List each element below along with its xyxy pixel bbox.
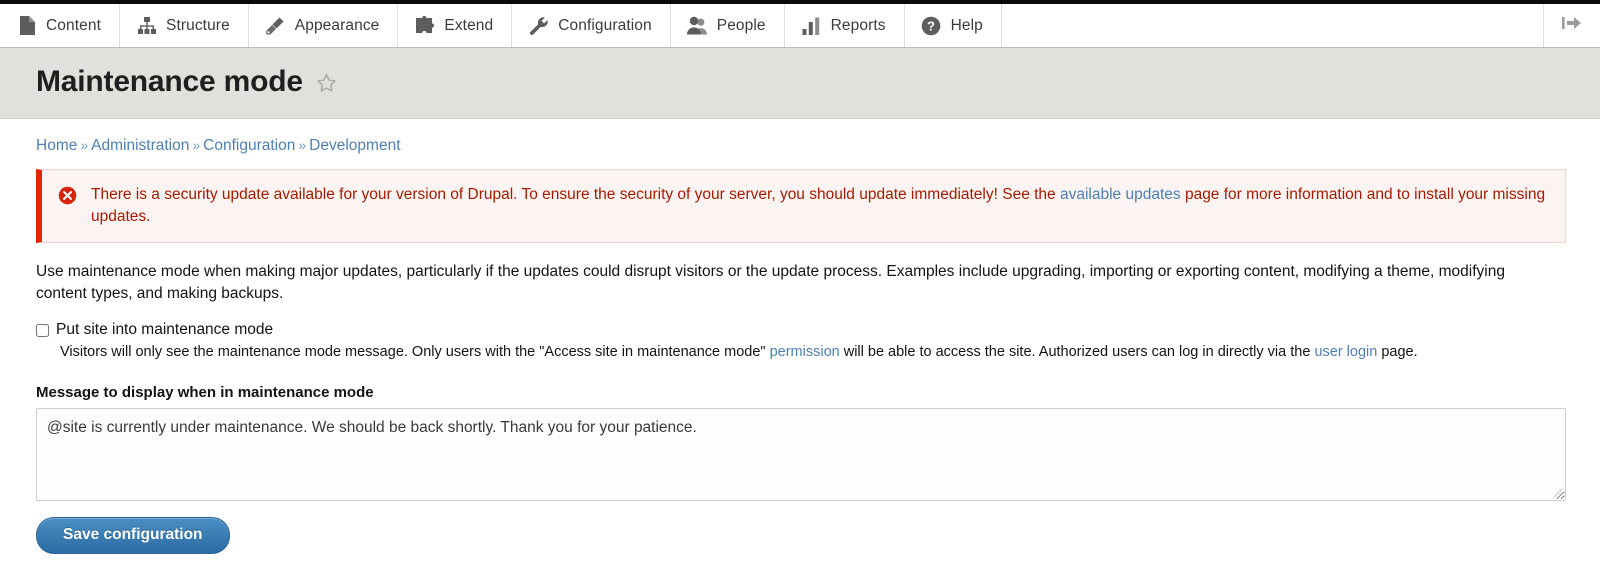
breadcrumb-separator: »	[80, 137, 88, 153]
error-circle-x-icon	[58, 186, 77, 210]
toolbar-item-label: Reports	[831, 17, 886, 35]
file-icon	[16, 15, 37, 36]
error-message-text: There is a security update available for…	[91, 184, 1549, 228]
maintenance-message-textarea[interactable]	[36, 408, 1566, 501]
breadcrumb-separator: »	[192, 137, 200, 153]
svg-text:?: ?	[927, 18, 935, 33]
toolbar-item-label: Help	[951, 17, 983, 35]
maintenance-mode-form-item: Put site into maintenance mode Visitors …	[36, 321, 1566, 364]
star-outline-icon[interactable]	[316, 73, 337, 94]
question-circle-icon: ?	[921, 15, 942, 36]
toolbar-orientation-toggle[interactable]	[1544, 4, 1600, 47]
sitemap-icon	[136, 15, 157, 36]
form-actions: Save configuration	[36, 501, 1566, 554]
breadcrumb-item-administration[interactable]: Administration	[91, 137, 189, 154]
description-part-3: page.	[1377, 344, 1417, 360]
toolbar-item-label: Content	[46, 17, 101, 35]
security-update-error-message: There is a security update available for…	[36, 169, 1566, 243]
maintenance-message-label: Message to display when in maintenance m…	[36, 384, 1566, 401]
collapse-left-icon	[1561, 15, 1583, 36]
breadcrumb: Home»Administration»Configuration»Develo…	[36, 119, 1566, 169]
admin-toolbar-tabs: Content Structure	[0, 4, 1002, 47]
page-title: Maintenance mode	[36, 66, 303, 98]
breadcrumb-item-configuration[interactable]: Configuration	[203, 137, 295, 154]
puzzle-piece-icon	[414, 15, 435, 36]
toolbar-item-label: Extend	[444, 17, 493, 35]
wrench-icon	[528, 15, 549, 36]
description-part-1: Visitors will only see the maintenance m…	[60, 344, 770, 360]
toolbar-item-label: Appearance	[295, 17, 380, 35]
maintenance-mode-checkbox[interactable]	[36, 324, 49, 337]
toolbar-item-label: Configuration	[558, 17, 652, 35]
breadcrumb-item-home[interactable]: Home	[36, 137, 77, 154]
toolbar-item-label: People	[717, 17, 766, 35]
toolbar-item-configuration[interactable]: Configuration	[512, 4, 671, 47]
permission-link[interactable]: permission	[770, 344, 840, 360]
maintenance-mode-description: Visitors will only see the maintenance m…	[36, 342, 1566, 364]
save-configuration-button[interactable]: Save configuration	[36, 517, 230, 554]
toolbar-item-appearance[interactable]: Appearance	[249, 4, 399, 47]
toolbar-item-label: Structure	[166, 17, 230, 35]
toolbar-item-structure[interactable]: Structure	[120, 4, 249, 47]
toolbar-item-extend[interactable]: Extend	[398, 4, 512, 47]
breadcrumb-item-development[interactable]: Development	[309, 137, 400, 154]
paintbrush-icon	[265, 15, 286, 36]
breadcrumb-separator: »	[298, 137, 306, 153]
toolbar-spacer	[1002, 4, 1544, 47]
available-updates-link[interactable]: available updates	[1060, 186, 1181, 203]
maintenance-mode-checkbox-label[interactable]: Put site into maintenance mode	[56, 321, 273, 339]
toolbar-item-help[interactable]: ? Help	[905, 4, 1002, 47]
error-text-before-link: There is a security update available for…	[91, 186, 1060, 203]
description-part-2: will be able to access the site. Authori…	[840, 344, 1315, 360]
main-content: Home»Administration»Configuration»Develo…	[0, 119, 1600, 554]
toolbar-item-content[interactable]: Content	[0, 4, 120, 47]
admin-toolbar: Content Structure	[0, 4, 1600, 48]
user-login-link[interactable]: user login	[1314, 344, 1377, 360]
maintenance-mode-intro: Use maintenance mode when making major u…	[36, 261, 1536, 305]
bar-chart-icon	[801, 15, 822, 36]
people-icon	[687, 15, 708, 36]
toolbar-item-reports[interactable]: Reports	[785, 4, 905, 47]
page-header-band: Maintenance mode	[0, 48, 1600, 119]
toolbar-item-people[interactable]: People	[671, 4, 785, 47]
page-title-row: Maintenance mode	[36, 66, 1600, 98]
maintenance-message-wrapper	[36, 408, 1566, 501]
maintenance-mode-check-row: Put site into maintenance mode	[36, 321, 1566, 339]
